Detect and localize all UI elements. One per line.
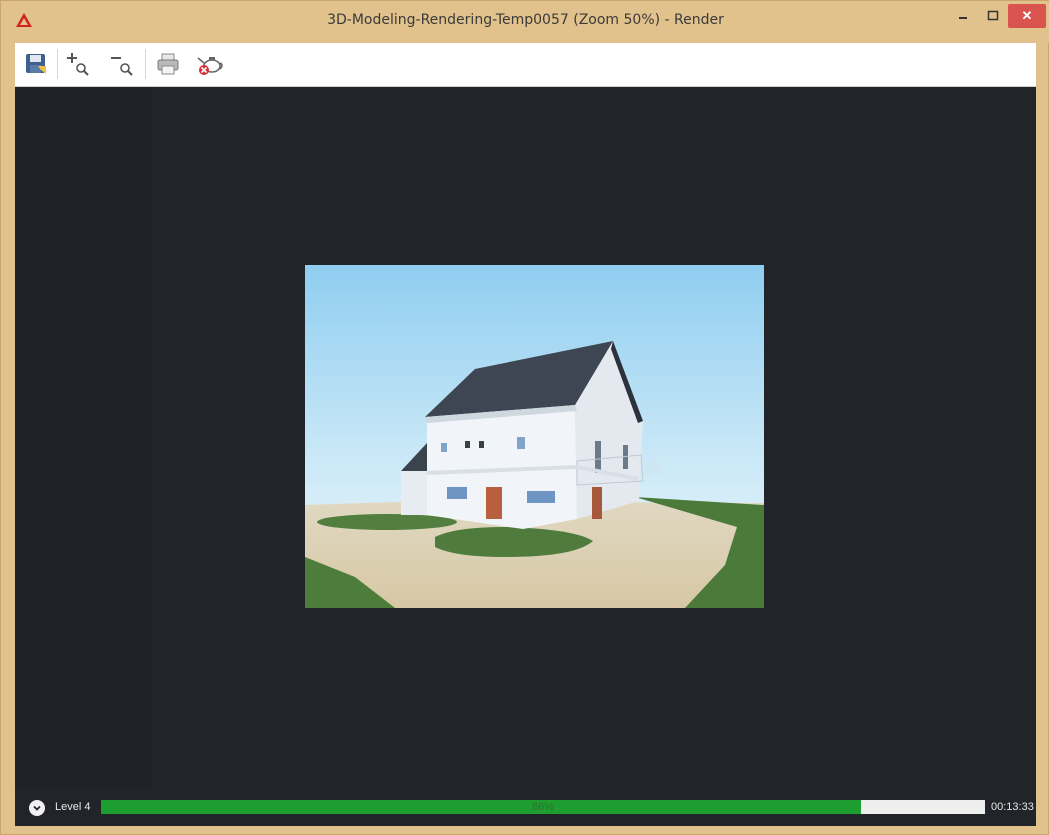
close-icon: ✕ [1021,8,1033,23]
toolbar [15,43,1036,87]
title-bar[interactable]: 3D-Modeling-Rendering-Temp0057 (Zoom 50%… [1,1,1049,43]
rendered-house-image [305,265,764,608]
print-button[interactable] [153,49,183,79]
render-image [305,265,764,608]
progress-percent-text: 86% [531,801,555,813]
render-progress-bar: 86% [101,800,985,814]
status-bar: Level 4 86% 00:13:33 [15,788,1036,826]
save-button[interactable] [21,49,51,79]
elapsed-time: 00:13:33 [991,801,1034,813]
minimize-button[interactable] [949,4,977,28]
cancel-render-button[interactable] [195,49,225,79]
zoom-out-icon [111,57,133,76]
render-level-label: Level 4 [55,801,91,813]
zoom-out-button[interactable] [107,49,137,79]
teapot-cancel-icon [197,57,223,75]
toolbar-separator [57,49,58,79]
window-title: 3D-Modeling-Rendering-Temp0057 (Zoom 50%… [327,12,724,28]
close-button[interactable]: ✕ [1008,4,1046,28]
save-icon [26,54,46,74]
render-window: 3D-Modeling-Rendering-Temp0057 (Zoom 50%… [0,0,1049,835]
canvas-shade [15,87,153,788]
maximize-button[interactable] [979,4,1007,28]
zoom-in-icon [67,53,89,76]
maximize-icon [987,10,999,21]
zoom-in-button[interactable] [63,49,93,79]
chevron-down-icon [33,805,41,811]
printer-icon [157,53,179,75]
minimize-icon [959,17,967,19]
level-dropdown-button[interactable] [29,800,45,816]
toolbar-separator [145,49,146,79]
